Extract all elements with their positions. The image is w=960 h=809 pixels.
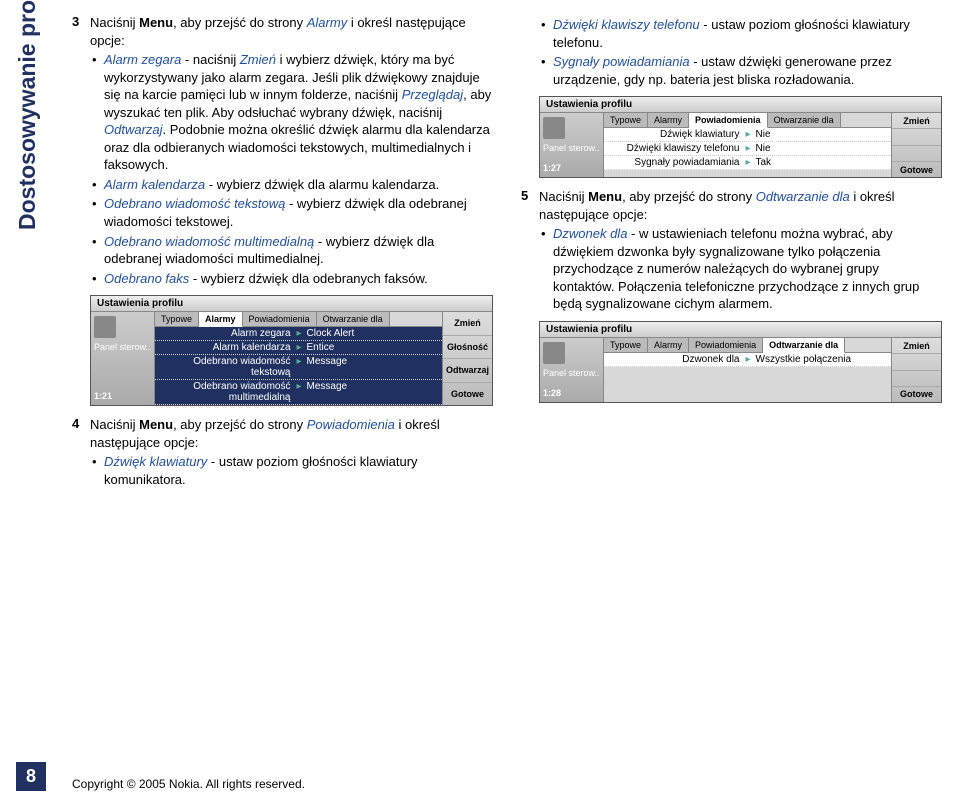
bullet: Dźwięk klawiatury - ustaw poziom głośnoś… [90, 453, 493, 488]
tab[interactable]: Odtwarzanie dla [763, 338, 845, 353]
softkey [892, 146, 941, 162]
screen-title: Ustawienia profilu [540, 97, 941, 113]
setting-row[interactable]: Dźwięki klawiszy telefonu▸Nie [604, 142, 891, 156]
bullet: Odebrano faks - wybierz dźwięk dla odebr… [90, 270, 493, 288]
softkey[interactable]: Gotowe [892, 162, 941, 177]
time: 1:27 [543, 163, 600, 173]
tab[interactable]: Alarmy [199, 312, 243, 327]
screen-left-panel: Panel sterow.. 1:28 [540, 338, 604, 402]
setting-row[interactable]: Sygnały powiadamiania▸Tak [604, 156, 891, 170]
bullet: Odebrano wiadomość multimedialną - wybie… [90, 233, 493, 268]
step-4: 4 Naciśnij Menu, aby przejść do strony P… [72, 416, 493, 488]
app-icon [543, 117, 565, 139]
bullet: Odebrano wiadomość tekstową - wybierz dź… [90, 195, 493, 230]
phone-screenshot-1: Ustawienia profilu Panel sterow.. 1:21 T… [90, 295, 493, 406]
bullet: Sygnały powiadamiania - ustaw dźwięki ge… [539, 53, 942, 88]
main-content: 3 Naciśnij Menu, aby przejść do strony A… [60, 0, 960, 809]
column-right: Dźwięki klawiszy telefonu - ustaw poziom… [521, 14, 942, 494]
footer-copyright: Copyright © 2005 Nokia. All rights reser… [72, 777, 305, 791]
setting-row[interactable]: Alarm kalendarza▸Entice [155, 341, 442, 355]
tab[interactable]: Otwarzanie dla [317, 312, 390, 326]
tab[interactable]: Alarmy [648, 113, 689, 127]
step4-intro: Naciśnij Menu, aby przejść do strony Pow… [90, 416, 493, 451]
softkey[interactable]: Gotowe [892, 387, 941, 402]
tab[interactable]: Typowe [604, 113, 648, 127]
screen-left-panel: Panel sterow.. 1:27 [540, 113, 604, 177]
bullet: Alarm zegara - naciśnij Zmień i wybierz … [90, 51, 493, 174]
tab[interactable]: Typowe [604, 338, 648, 352]
setting-row[interactable]: Odebrano wiadomość tekstową▸Message [155, 355, 442, 380]
screen-title: Ustawienia profilu [540, 322, 941, 338]
setting-row[interactable]: Dźwięk klawiatury▸Nie [604, 128, 891, 142]
column-left: 3 Naciśnij Menu, aby przejść do strony A… [72, 14, 493, 494]
tabs: TypoweAlarmyPowiadomieniaOdtwarzanie dla [604, 338, 891, 353]
step5-intro: Naciśnij Menu, aby przejść do strony Odt… [539, 188, 942, 223]
tab[interactable]: Otwarzanie dla [768, 113, 841, 127]
tab[interactable]: Powiadomienia [243, 312, 317, 326]
section-title: Dostosowywanie profili [14, 0, 41, 230]
tab[interactable]: Typowe [155, 312, 199, 326]
step-3: 3 Naciśnij Menu, aby przejść do strony A… [72, 14, 493, 287]
softkeys: Zmień Gotowe [891, 113, 941, 177]
softkey[interactable]: Zmień [443, 312, 492, 336]
time: 1:21 [94, 391, 151, 401]
softkey[interactable]: Gotowe [443, 383, 492, 406]
screen-title: Ustawienia profilu [91, 296, 492, 312]
tab[interactable]: Powiadomienia [689, 113, 768, 128]
setting-row[interactable]: Dzwonek dla▸Wszystkie połączenia [604, 353, 891, 367]
tab[interactable]: Powiadomienia [689, 338, 763, 352]
app-icon [543, 342, 565, 364]
phone-screenshot-3: Ustawienia profilu Panel sterow.. 1:28 T… [539, 321, 942, 403]
step3-intro: Naciśnij Menu, aby przejść do strony Ala… [90, 14, 493, 49]
softkey [892, 354, 941, 370]
setting-row[interactable]: Odebrano wiadomość multimedialną▸Message [155, 380, 442, 405]
page-number: 8 [16, 762, 46, 791]
softkey [892, 371, 941, 387]
time: 1:28 [543, 388, 600, 398]
setting-row[interactable]: Alarm zegara▸Clock Alert [155, 327, 442, 341]
step-num: 4 [72, 416, 90, 488]
phone-screenshot-2: Ustawienia profilu Panel sterow.. 1:27 T… [539, 96, 942, 178]
bullet: Dzwonek dla - w ustawieniach telefonu mo… [539, 225, 942, 313]
softkey[interactable]: Zmień [892, 338, 941, 354]
bullet: Dźwięki klawiszy telefonu - ustaw poziom… [539, 16, 942, 51]
softkey[interactable]: Głośność [443, 336, 492, 360]
bullet: Alarm kalendarza - wybierz dźwięk dla al… [90, 176, 493, 194]
step-5: 5 Naciśnij Menu, aby przejść do strony O… [521, 188, 942, 313]
step-num: 3 [72, 14, 90, 287]
sidebar: Dostosowywanie profili 8 [0, 0, 60, 809]
softkey[interactable]: Zmień [892, 113, 941, 129]
step-num: 5 [521, 188, 539, 313]
tab[interactable]: Alarmy [648, 338, 689, 352]
softkey[interactable]: Odtwarzaj [443, 359, 492, 383]
tabs: TypoweAlarmyPowiadomieniaOtwarzanie dla [155, 312, 442, 327]
softkeys: ZmieńGłośnośćOdtwarzajGotowe [442, 312, 492, 405]
tabs: TypoweAlarmyPowiadomieniaOtwarzanie dla [604, 113, 891, 128]
softkey [892, 129, 941, 145]
screen-left-panel: Panel sterow.. 1:21 [91, 312, 155, 405]
softkeys: Zmień Gotowe [891, 338, 941, 402]
app-icon [94, 316, 116, 338]
